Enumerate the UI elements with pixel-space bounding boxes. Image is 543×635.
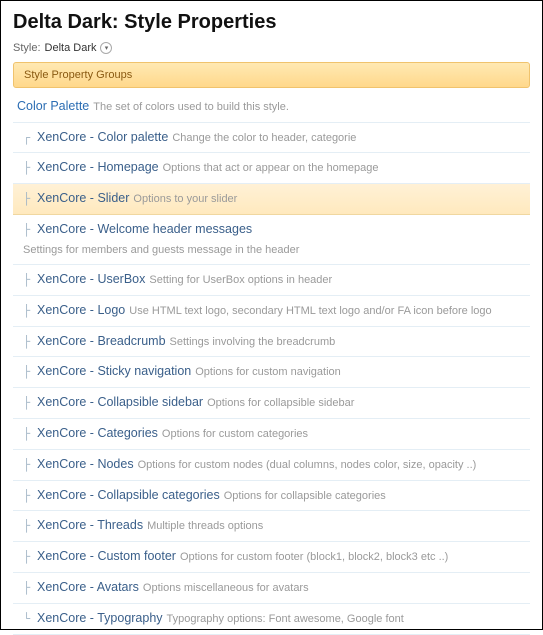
tree-glyph-icon: ├ [23, 160, 33, 177]
list-item[interactable]: ┌XenCore - Color palette Change the color… [13, 123, 530, 154]
item-title[interactable]: XenCore - Threads [37, 517, 143, 535]
item-title[interactable]: XenCore - Typography [37, 610, 163, 628]
style-selector[interactable]: Style: Delta Dark ▾ [13, 42, 530, 54]
item-desc: Options that act or appear on the homepa… [163, 161, 379, 176]
tree-glyph-icon: ├ [23, 457, 33, 474]
tree-glyph-icon: └ [23, 611, 33, 628]
tree-glyph-icon: ├ [23, 395, 33, 412]
item-title[interactable]: XenCore - UserBox [37, 271, 145, 289]
list-item[interactable]: ├XenCore - Threads Multiple threads optio… [13, 511, 530, 542]
page-title: Delta Dark: Style Properties [13, 11, 530, 34]
item-title[interactable]: XenCore - Categories [37, 425, 158, 443]
item-title[interactable]: XenCore - Logo [37, 302, 125, 320]
list-item[interactable]: ├XenCore - Nodes Options for custom nodes… [13, 450, 530, 481]
list-item[interactable]: Color Palette The set of colors used to … [13, 92, 530, 123]
tree-glyph-icon: ├ [23, 549, 33, 566]
item-title[interactable]: XenCore - Homepage [37, 159, 159, 177]
list-item[interactable]: ├XenCore - Avatars Options miscellaneous … [13, 573, 530, 604]
style-selector-label: Style: [13, 42, 41, 54]
item-desc: Options for collapsible sidebar [207, 396, 354, 411]
item-title[interactable]: XenCore - Color palette [37, 129, 168, 147]
list-item[interactable]: ├XenCore - Logo Use HTML text logo, secon… [13, 296, 530, 327]
item-title[interactable]: XenCore - Slider [37, 190, 129, 208]
list-item[interactable]: └XenCore - Typography Typography options:… [13, 604, 530, 635]
item-desc: Use HTML text logo, secondary HTML text … [129, 304, 491, 319]
list-item[interactable]: ├XenCore - Welcome header messages Settin… [13, 215, 530, 265]
item-desc: Typography options: Font awesome, Google… [167, 612, 404, 627]
item-title[interactable]: XenCore - Collapsible categories [37, 487, 220, 505]
list-item[interactable]: ├XenCore - Homepage Options that act or a… [13, 153, 530, 184]
tree-glyph-icon: ├ [23, 191, 33, 208]
tree-glyph-icon: ├ [23, 303, 33, 320]
item-title[interactable]: XenCore - Avatars [37, 579, 139, 597]
list-item[interactable]: ├XenCore - Breadcrumb Settings involving … [13, 327, 530, 358]
list-item[interactable]: ├XenCore - Custom footer Options for cust… [13, 542, 530, 573]
list-item[interactable]: ├XenCore - Sticky navigation Options for … [13, 357, 530, 388]
item-title[interactable]: XenCore - Custom footer [37, 548, 176, 566]
tree-glyph-icon: ┌ [23, 130, 33, 147]
item-title[interactable]: XenCore - Nodes [37, 456, 134, 474]
item-title[interactable]: XenCore - Breadcrumb [37, 333, 166, 351]
item-desc: Multiple threads options [147, 519, 263, 534]
item-title[interactable]: XenCore - Sticky navigation [37, 363, 191, 381]
item-desc: Setting for UserBox options in header [149, 273, 332, 288]
item-desc: Options to your slider [133, 192, 237, 207]
item-desc: Options for custom navigation [195, 365, 341, 380]
list-item[interactable]: ├XenCore - Categories Options for custom … [13, 419, 530, 450]
item-desc: Options for custom nodes (dual columns, … [138, 458, 477, 473]
item-desc: Options for custom categories [162, 427, 308, 442]
item-desc: Change the color to header, categorie [172, 131, 356, 146]
tree-glyph-icon: ├ [23, 334, 33, 351]
chevron-down-icon[interactable]: ▾ [100, 42, 112, 54]
tree-glyph-icon: ├ [23, 426, 33, 443]
item-desc: Settings involving the breadcrumb [170, 335, 336, 350]
list-item[interactable]: ├XenCore - Collapsible sidebar Options fo… [13, 388, 530, 419]
tree-glyph-icon: ├ [23, 222, 33, 239]
property-list: Color Palette The set of colors used to … [13, 92, 530, 635]
tree-glyph-icon: ├ [23, 518, 33, 535]
item-title[interactable]: Color Palette [17, 98, 89, 116]
tree-glyph-icon: ├ [23, 580, 33, 597]
item-desc: Options for collapsible categories [224, 489, 386, 504]
list-item[interactable]: ├XenCore - Slider Options to your slider [13, 184, 530, 215]
item-title[interactable]: XenCore - Welcome header messages [37, 221, 252, 239]
style-selector-value: Delta Dark [45, 42, 97, 54]
item-desc: Settings for members and guests message … [23, 243, 299, 258]
tree-glyph-icon: ├ [23, 272, 33, 289]
item-desc: Options for custom footer (block1, block… [180, 550, 448, 565]
list-item[interactable]: ├XenCore - UserBox Setting for UserBox op… [13, 265, 530, 296]
tree-glyph-icon: ├ [23, 488, 33, 505]
item-desc: The set of colors used to build this sty… [93, 100, 289, 115]
list-item[interactable]: ├XenCore - Collapsible categories Options… [13, 481, 530, 512]
item-title[interactable]: XenCore - Collapsible sidebar [37, 394, 203, 412]
group-header: Style Property Groups [13, 62, 530, 88]
tree-glyph-icon: ├ [23, 364, 33, 381]
item-desc: Options miscellaneous for avatars [143, 581, 309, 596]
